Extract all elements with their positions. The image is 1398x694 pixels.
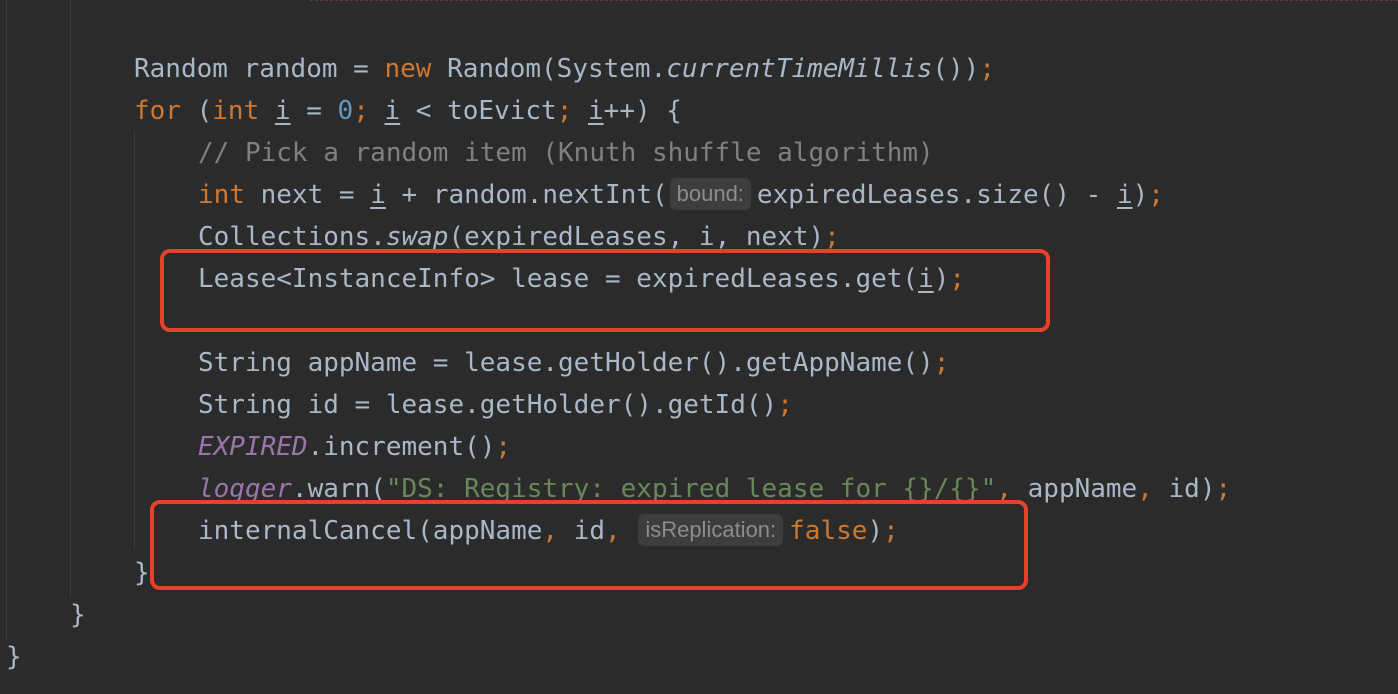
token-text: ()): [932, 54, 980, 84]
highlight-box-cancel: [150, 500, 1028, 590]
token-comment: // Pick a random item (Knuth shuffle alg…: [198, 138, 934, 168]
code-line-brace-class[interactable]: }: [6, 638, 22, 676]
indent-guide-outer: [6, 0, 7, 640]
token-var-i: i: [698, 222, 715, 252]
token-semicolon: ;: [933, 348, 950, 378]
token-var-i: i: [370, 180, 386, 210]
token-text: , next): [714, 222, 825, 252]
code-line-random[interactable]: Random random = new Random(System.curren…: [134, 50, 995, 88]
token-brace: }: [70, 600, 86, 630]
token-var-i: i: [588, 96, 604, 126]
token-text: .increment(): [307, 432, 496, 462]
token-keyword-for: for: [134, 96, 181, 126]
token-constant-expired: EXPIRED: [198, 432, 308, 462]
code-line-comment[interactable]: // Pick a random item (Knuth shuffle alg…: [198, 134, 934, 172]
token-text: (: [180, 96, 213, 126]
token-text: String appName = lease.getHolder().getAp…: [198, 348, 934, 378]
code-line-appname[interactable]: String appName = lease.getHolder().getAp…: [198, 344, 949, 382]
token-text: Random(System.: [431, 54, 667, 84]
token-text: (expiredLeases,: [448, 222, 699, 252]
token-semicolon: ;: [824, 222, 840, 252]
token-brace: }: [6, 642, 22, 672]
code-line-expired[interactable]: EXPIRED.increment();: [198, 428, 511, 466]
token-semicolon: ;: [1215, 474, 1232, 504]
token-semicolon: ;: [777, 390, 793, 420]
inlay-hint-bound: bound:: [669, 177, 751, 210]
highlight-box-lease: [160, 249, 1050, 332]
token-keyword-int: int: [198, 180, 245, 210]
indent-guide-method: [70, 0, 71, 598]
code-line-id[interactable]: String id = lease.getHolder().getId();: [198, 386, 793, 424]
token-text: random =: [227, 54, 385, 84]
token-comma: ,: [1137, 474, 1153, 504]
token-semicolon: ;: [495, 432, 512, 462]
token-method-swap: swap: [385, 222, 449, 252]
token-text: next =: [244, 180, 371, 210]
token-method-currentTimeMillis: currentTimeMillis: [666, 54, 933, 84]
token-semicolon: ;: [556, 96, 573, 126]
token-text: ): [1132, 180, 1149, 210]
token-semicolon: ;: [979, 54, 995, 84]
top-separator: [310, 0, 1398, 1]
token-text: String id = lease.getHolder().getId(): [198, 390, 778, 420]
token-text: expiredLeases.size() -: [756, 180, 1117, 210]
token-keyword-new: new: [384, 54, 432, 84]
token-var-i: i: [274, 96, 291, 126]
token-semicolon: ;: [1148, 180, 1164, 210]
token-text: id): [1152, 474, 1216, 504]
code-line-next[interactable]: int next = i + random.nextInt(bound: expi…: [198, 176, 1164, 214]
token-brace: }: [134, 558, 150, 588]
token-text: < toEvict: [400, 96, 557, 126]
token-number: 0: [337, 96, 354, 126]
indent-guide-for: [134, 130, 135, 550]
code-line-for[interactable]: for (int i = 0; i < toEvict; i++) {: [134, 92, 682, 130]
token-text: ++) {: [603, 96, 682, 126]
code-line-brace-for[interactable]: }: [134, 554, 150, 592]
token-text: =: [290, 96, 338, 126]
code-line-brace-method[interactable]: }: [70, 596, 86, 634]
token-var-i: i: [384, 96, 401, 126]
token-text: + random.nextInt(: [385, 180, 668, 210]
token-type: Random: [134, 54, 228, 84]
token-keyword-int: int: [212, 96, 260, 126]
token-text: Collections.: [198, 222, 386, 252]
code-editor[interactable]: Random random = new Random(System.curren…: [0, 0, 1398, 694]
token-text: appName: [1011, 474, 1138, 504]
token-semicolon: ;: [353, 96, 369, 126]
token-var-i: i: [1116, 180, 1133, 210]
